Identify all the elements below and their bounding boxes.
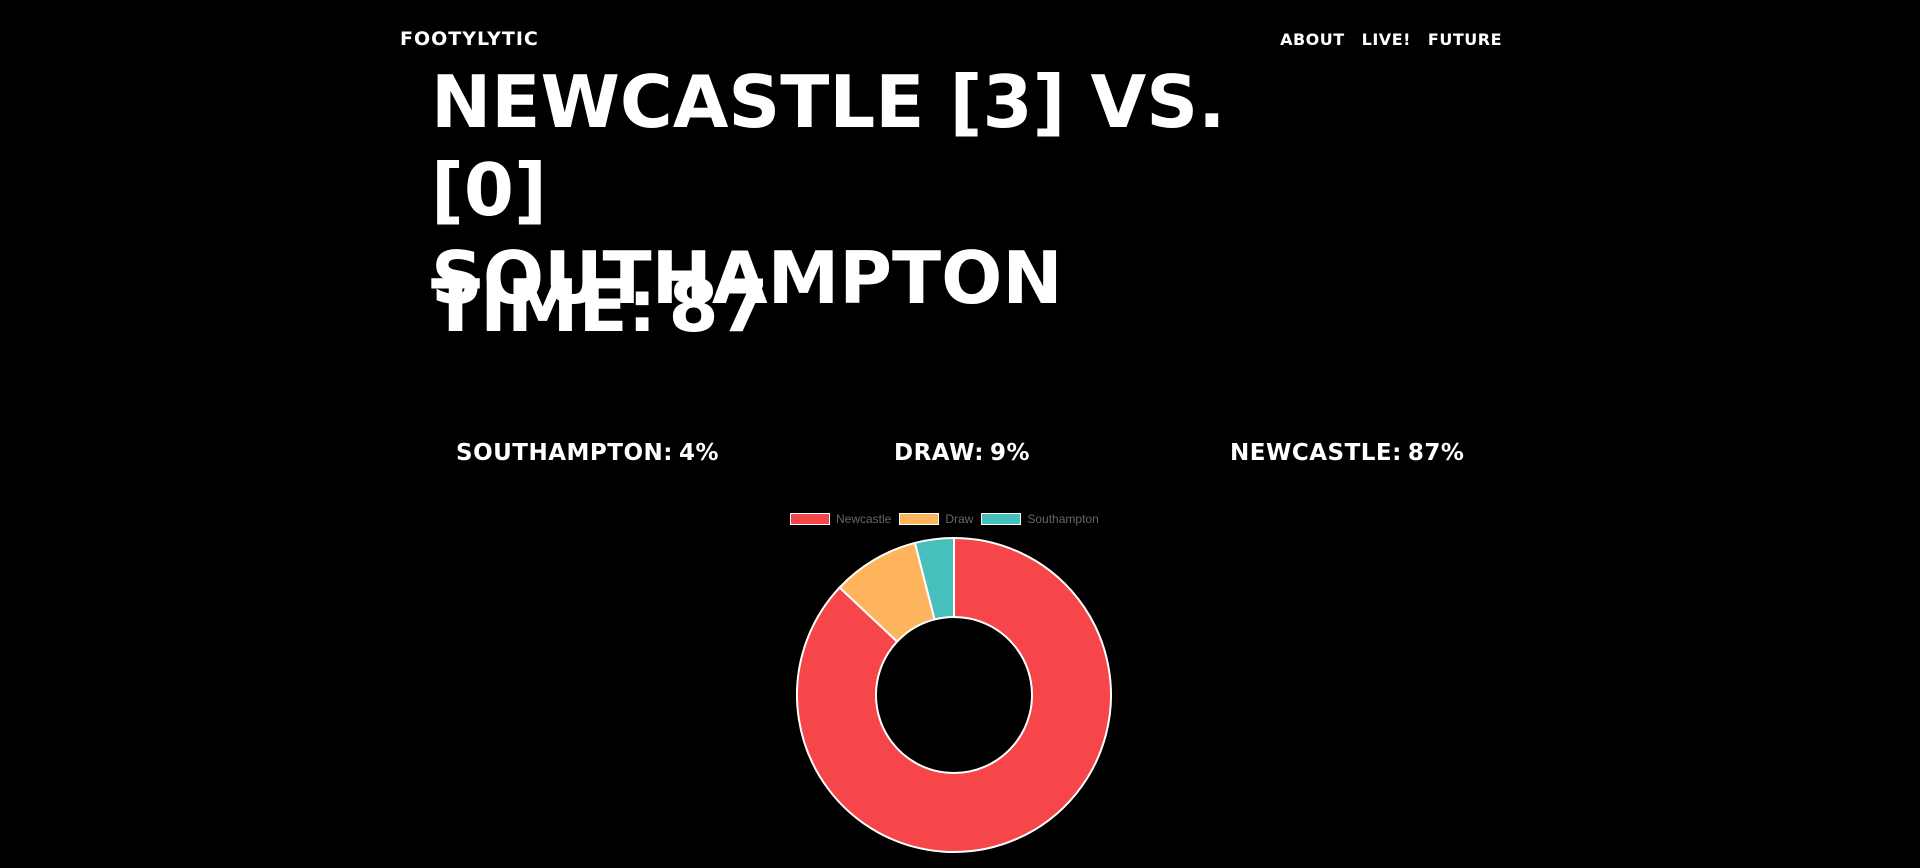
nav-future[interactable]: FUTURE — [1428, 30, 1502, 49]
probability-donut-chart — [796, 536, 1112, 853]
draw-prob-value: 9% — [989, 440, 1030, 466]
draw-probability: DRAW: 9% — [894, 440, 1030, 466]
legend-item-newcastle[interactable]: Newcastle — [790, 512, 891, 526]
away-prob-label: SOUTHAMPTON: — [456, 440, 673, 466]
vs-label: VS. — [1090, 60, 1226, 144]
brand-logo[interactable]: FOOTYLYTIC — [400, 28, 539, 50]
legend-item-draw[interactable]: Draw — [899, 512, 973, 526]
match-time: TIME: 87 — [431, 266, 769, 346]
legend-swatch-newcastle — [790, 513, 830, 525]
home-team: NEWCASTLE — [431, 60, 925, 144]
legend-label-newcastle: Newcastle — [836, 512, 892, 526]
legend-label-southampton: Southampton — [1027, 512, 1099, 526]
home-score: [3] — [949, 60, 1066, 144]
legend-item-southampton[interactable]: Southampton — [981, 512, 1099, 526]
nav-about[interactable]: ABOUT — [1280, 30, 1345, 49]
time-value: 87 — [668, 264, 769, 348]
page: FOOTYLYTIC ABOUT LIVE! FUTURE NEWCASTLE … — [0, 0, 1920, 868]
away-prob-value: 4% — [678, 440, 720, 466]
away-win-probability: SOUTHAMPTON: 4% — [456, 440, 719, 466]
legend-label-draw: Draw — [945, 512, 974, 526]
home-prob-value: 87% — [1407, 440, 1465, 466]
legend-swatch-draw — [899, 513, 940, 525]
home-win-probability: NEWCASTLE: 87% — [1230, 440, 1464, 466]
away-score: [0] — [431, 148, 547, 232]
draw-prob-label: DRAW: — [894, 440, 984, 466]
top-nav: ABOUT LIVE! FUTURE — [1280, 30, 1502, 49]
nav-live[interactable]: LIVE! — [1362, 30, 1411, 49]
legend-swatch-southampton — [981, 513, 1022, 525]
time-label: TIME: — [431, 264, 657, 348]
chart-legend: Newcastle Draw Southampton — [790, 512, 1107, 526]
home-prob-label: NEWCASTLE: — [1230, 440, 1402, 466]
